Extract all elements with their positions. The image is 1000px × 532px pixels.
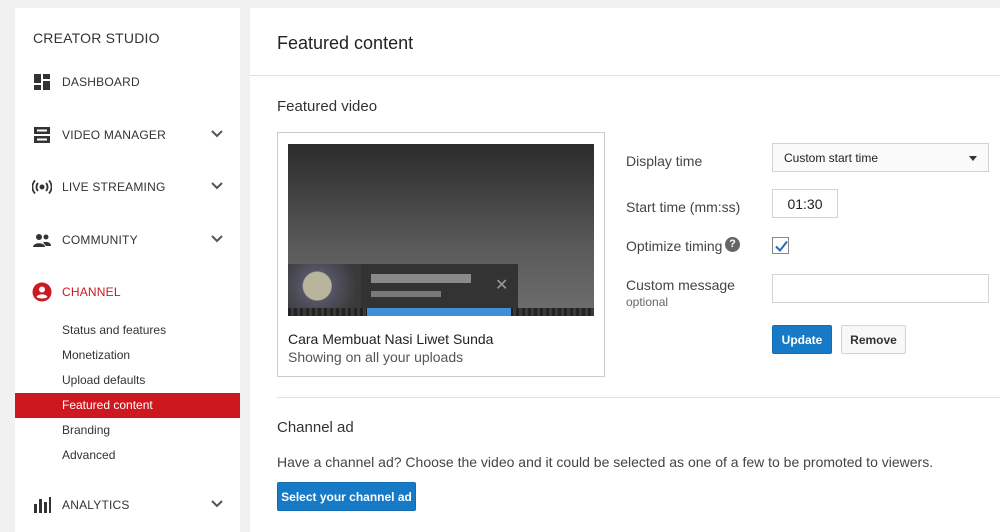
- analytics-icon: [34, 497, 51, 513]
- sidebar-item-analytics[interactable]: ANALYTICS: [15, 489, 240, 521]
- sidebar-item-label: VIDEO MANAGER: [62, 128, 166, 142]
- chevron-down-icon[interactable]: [210, 127, 224, 141]
- checkmark-icon: [775, 240, 788, 253]
- sidebar-subitem-status-and-features[interactable]: Status and features: [15, 318, 240, 343]
- featured-video-heading: Featured video: [277, 98, 378, 115]
- help-icon[interactable]: ?: [725, 237, 740, 252]
- main-content: Featured content Featured video ✕ Cara M…: [250, 8, 1000, 532]
- video-title: Cara Membuat Nasi Liwet Sunda: [288, 331, 494, 347]
- display-time-select[interactable]: Custom start time: [772, 143, 989, 172]
- display-time-value: Custom start time: [784, 151, 879, 165]
- start-time-label: Start time (mm:ss): [626, 199, 741, 215]
- custom-message-optional: optional: [626, 295, 669, 309]
- sidebar-item-label: COMMUNITY: [62, 233, 138, 247]
- section-divider: [277, 397, 1000, 398]
- dropdown-caret-icon: [969, 156, 977, 161]
- channel-ad-heading: Channel ad: [277, 419, 354, 436]
- custom-message-input[interactable]: [772, 274, 989, 303]
- display-time-label: Display time: [626, 153, 703, 169]
- page-title: Featured content: [277, 33, 414, 53]
- dashboard-icon: [34, 74, 50, 90]
- live-streaming-icon: [32, 179, 52, 195]
- sidebar-subitem-label: Featured content: [62, 398, 153, 412]
- sidebar-title: CREATOR STUDIO: [33, 30, 160, 46]
- sidebar-subitem-upload-defaults[interactable]: Upload defaults: [15, 368, 240, 393]
- channel-icon: [32, 282, 52, 302]
- sidebar-subitem-label: Branding: [62, 423, 111, 437]
- sidebar-subitem-label: Monetization: [62, 348, 131, 362]
- sidebar-subitem-label: Advanced: [62, 448, 116, 462]
- sidebar-item-video-manager[interactable]: VIDEO MANAGER: [15, 119, 240, 151]
- channel-ad-description: Have a channel ad? Choose the video and …: [277, 454, 934, 470]
- overlay-thumbnail-image: [288, 264, 361, 308]
- sidebar-subitem-advanced[interactable]: Advanced: [15, 443, 240, 468]
- chevron-down-icon[interactable]: [210, 497, 224, 511]
- sidebar-subitem-featured-content[interactable]: Featured content: [15, 393, 240, 418]
- sidebar-item-live-streaming[interactable]: LIVE STREAMING: [15, 171, 240, 203]
- video-subtitle: Showing on all your uploads: [288, 349, 464, 365]
- start-time-input[interactable]: [772, 189, 838, 218]
- video-manager-icon: [34, 127, 50, 143]
- page-header: Featured content: [250, 8, 1000, 76]
- sidebar-subitem-branding[interactable]: Branding: [15, 418, 240, 443]
- chevron-down-icon[interactable]: [210, 179, 224, 193]
- community-icon: [33, 234, 51, 247]
- featured-video-card[interactable]: ✕ Cara Membuat Nasi Liwet Sunda Showing …: [277, 132, 605, 377]
- update-button[interactable]: Update: [772, 325, 832, 354]
- close-icon: ✕: [495, 275, 509, 294]
- sidebar-item-label: CHANNEL: [62, 285, 121, 299]
- sidebar-subitem-monetization[interactable]: Monetization: [15, 343, 240, 368]
- sidebar-subitem-label: Status and features: [62, 323, 167, 337]
- video-thumbnail[interactable]: ✕: [288, 144, 594, 316]
- custom-message-label: Custom message: [626, 277, 735, 293]
- chevron-down-icon[interactable]: [210, 232, 224, 246]
- sidebar-item-label: LIVE STREAMING: [62, 180, 166, 194]
- sidebar-item-label: ANALYTICS: [62, 498, 130, 512]
- overlay-subtitle-placeholder: [371, 291, 441, 297]
- select-channel-ad-button[interactable]: Select your channel ad: [277, 482, 416, 511]
- overlay-title-placeholder: [371, 274, 471, 283]
- optimize-timing-label: Optimize timing: [626, 238, 723, 254]
- remove-button[interactable]: Remove: [841, 325, 906, 354]
- featured-segment-indicator: [367, 308, 511, 316]
- sidebar-item-dashboard[interactable]: DASHBOARD: [15, 66, 240, 98]
- sidebar-item-channel[interactable]: CHANNEL: [15, 276, 240, 308]
- end-screen-overlay: ✕: [288, 264, 518, 308]
- sidebar-subitem-label: Upload defaults: [62, 373, 146, 387]
- optimize-timing-checkbox[interactable]: [772, 237, 789, 254]
- sidebar: CREATOR STUDIO DASHBOARD VIDEO MANAGER L…: [15, 8, 240, 532]
- sidebar-item-label: DASHBOARD: [62, 75, 140, 89]
- sidebar-item-community[interactable]: COMMUNITY: [15, 224, 240, 256]
